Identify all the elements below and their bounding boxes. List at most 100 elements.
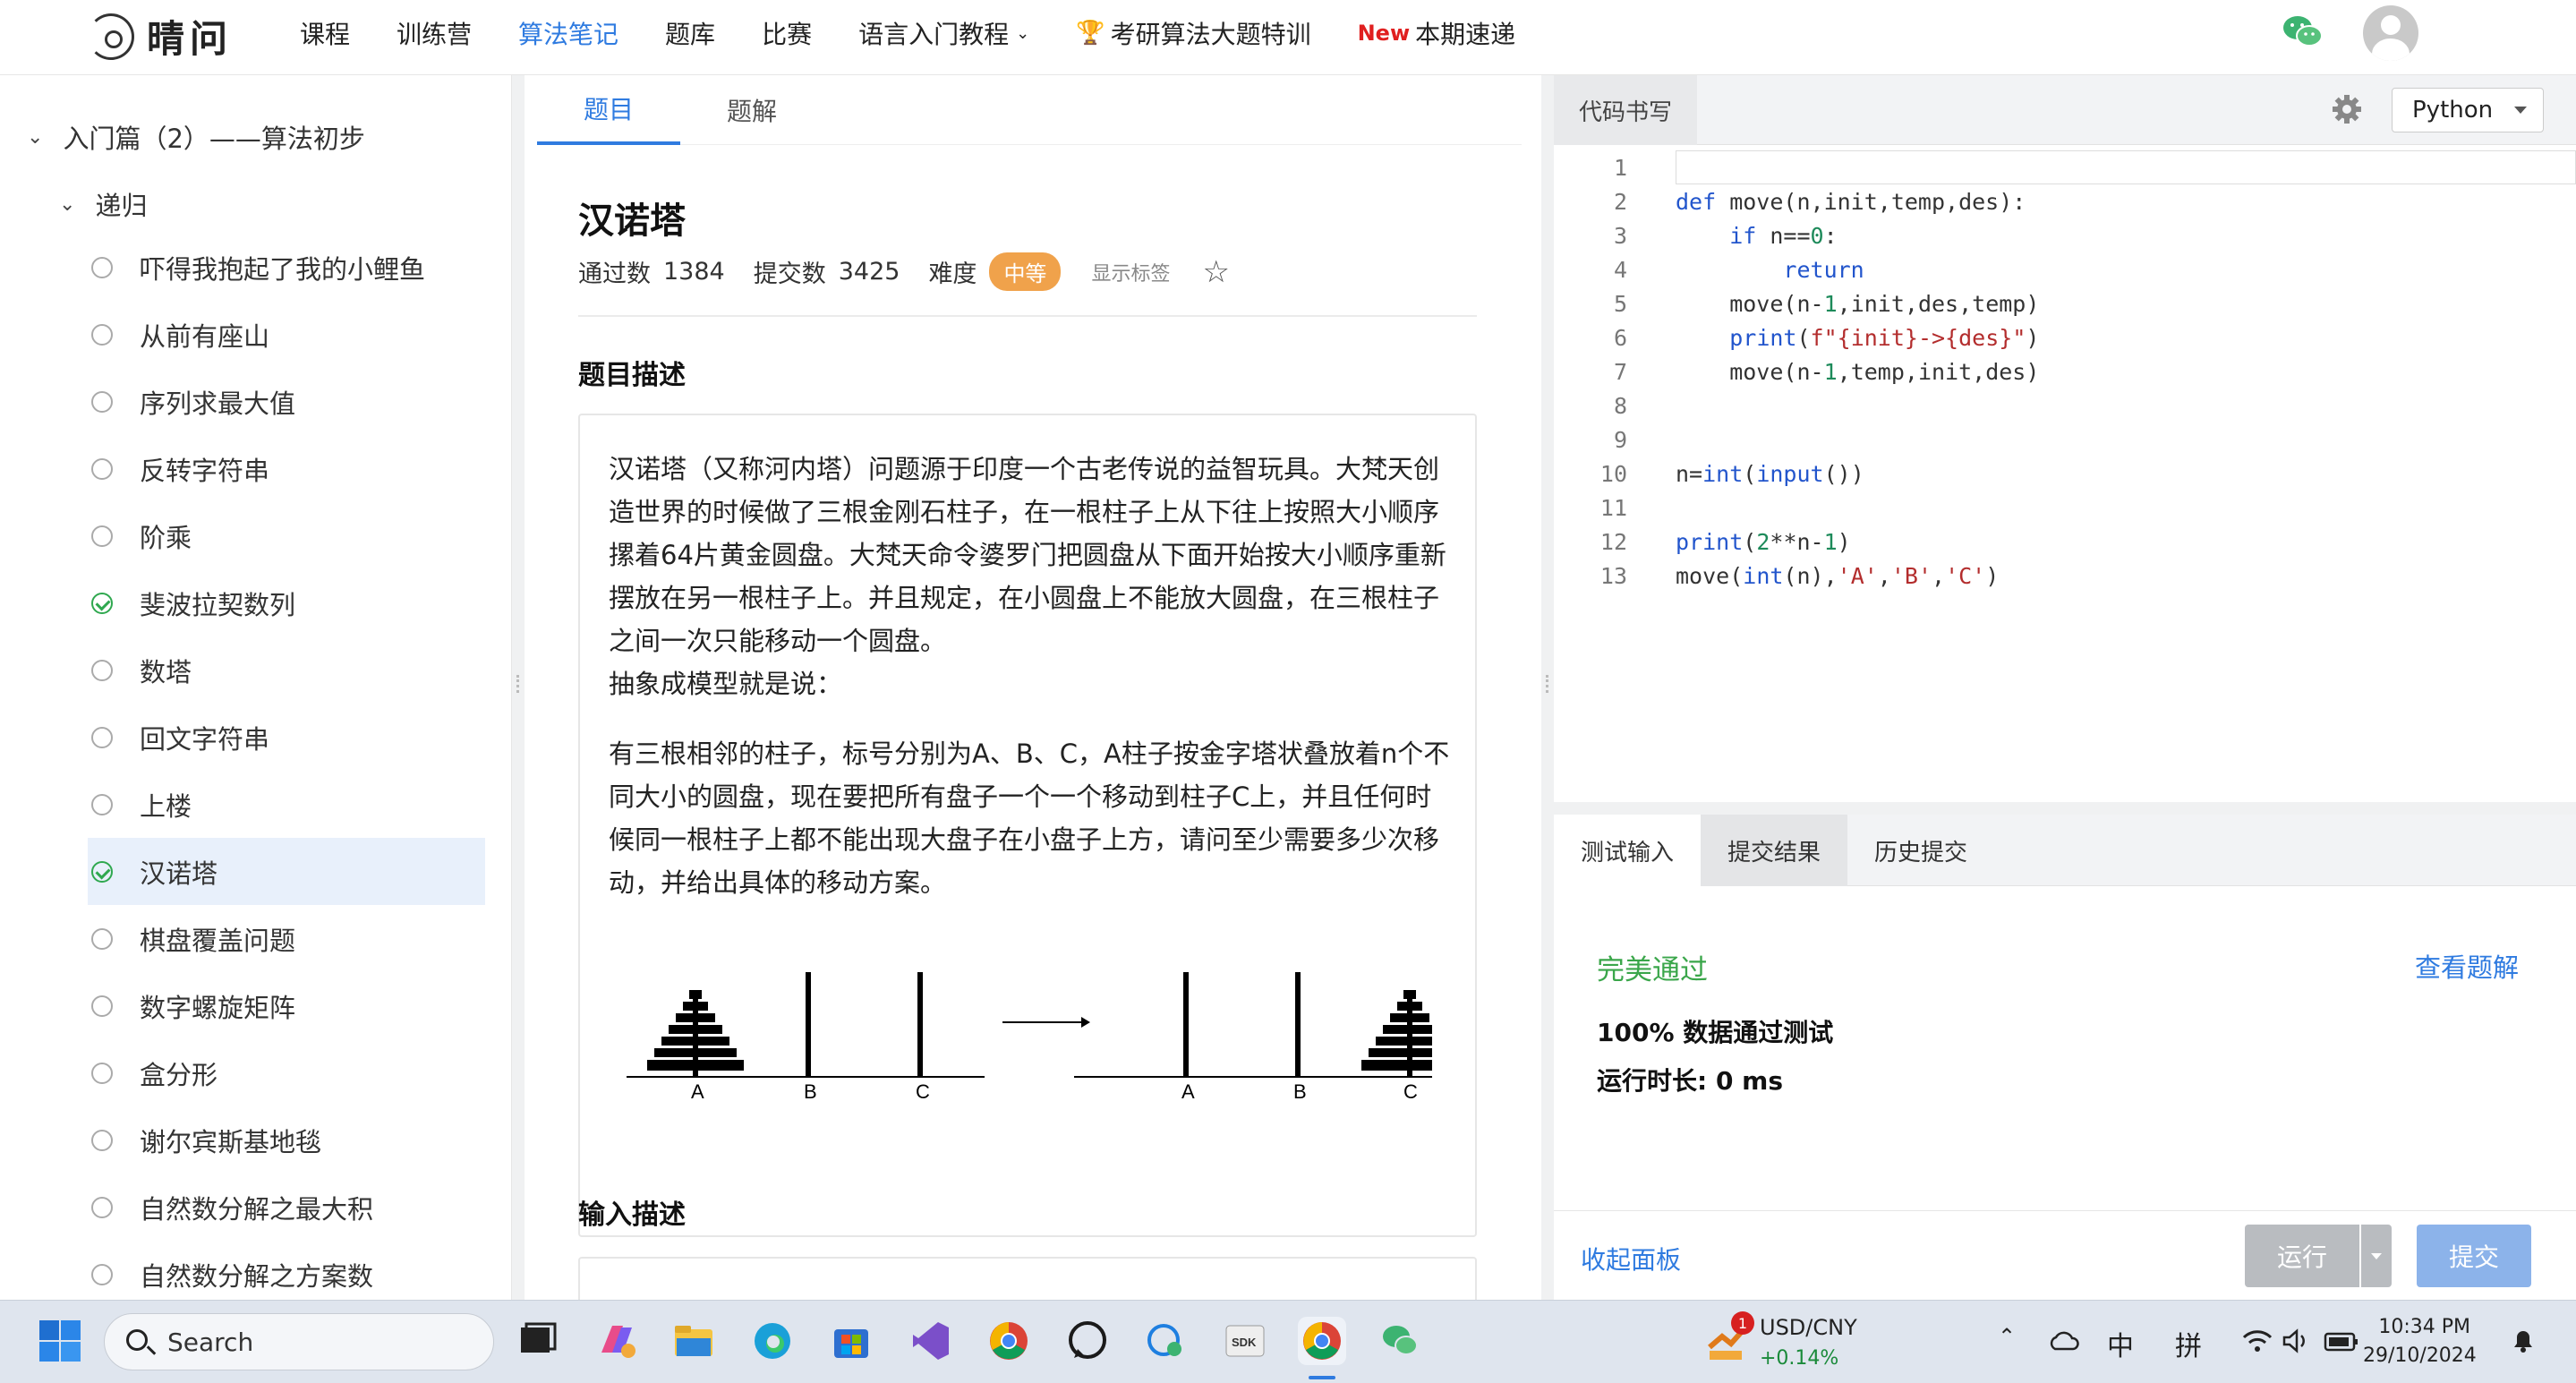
- sidebar-item[interactable]: 自然数分解之最大积: [88, 1174, 485, 1241]
- battery-icon[interactable]: [2324, 1331, 2359, 1353]
- sidebar: ⌄ 入门篇（2）——算法初步 ⌄ 递归 吓得我抱起了我的小鲤鱼 从前有座山 序列…: [0, 75, 512, 1300]
- tab-submit-result[interactable]: 提交结果: [1701, 815, 1848, 886]
- panel-resizer[interactable]: [512, 75, 525, 1300]
- volume-icon[interactable]: [2281, 1328, 2311, 1354]
- store-icon[interactable]: [827, 1317, 875, 1365]
- gear-icon[interactable]: [2331, 93, 2363, 125]
- run-dropdown-button[interactable]: [2361, 1225, 2392, 1287]
- chevron-up-icon[interactable]: ⌃: [1998, 1324, 2016, 1349]
- sidebar-item[interactable]: 棋盘覆盖问题: [88, 905, 485, 972]
- line-number: 4: [1613, 256, 1627, 283]
- taskbar-search-input[interactable]: Search: [104, 1313, 494, 1370]
- sidebar-item[interactable]: 谢尔宾斯基地毯: [88, 1106, 485, 1174]
- line-number: 1: [1613, 154, 1627, 181]
- sidebar-item[interactable]: 斐波拉契数列: [88, 569, 485, 636]
- sidebar-item[interactable]: 上楼: [88, 771, 485, 838]
- nav-item-lang-tutorial[interactable]: 语言入门教程 ⌄: [858, 15, 1029, 51]
- nav-item-algo-notes[interactable]: 算法笔记: [518, 15, 618, 51]
- panel-resizer-horizontal[interactable]: [1554, 802, 2576, 815]
- tab-solution[interactable]: 题解: [680, 75, 823, 145]
- sidebar-item[interactable]: 序列求最大值: [88, 368, 485, 435]
- sdk-app-icon[interactable]: SDK: [1221, 1317, 1269, 1365]
- nav-item-contests[interactable]: 比赛: [762, 15, 812, 51]
- sidebar-item[interactable]: 回文字符串: [88, 704, 485, 771]
- chrome-icon[interactable]: [985, 1317, 1033, 1365]
- nav-item-kaoyan[interactable]: 🏆 考研算法大题特训: [1076, 15, 1310, 51]
- problem-panel: 题目 题解 汉诺塔 通过数 1384 提交数 3425 难度 中等 显示标签 ☆…: [525, 75, 1541, 1300]
- show-tags-link[interactable]: 显示标签: [1091, 258, 1170, 286]
- nav-item-camp[interactable]: 训练营: [397, 15, 472, 51]
- input-description-box: [578, 1257, 1477, 1300]
- problem-meta: 通过数 1384 提交数 3425 难度 中等 显示标签 ☆: [578, 252, 1230, 291]
- onedrive-icon[interactable]: [2048, 1329, 2080, 1353]
- code-editor[interactable]: 1 2 def move(n,init,temp,des): 3 if n==0:…: [1554, 150, 2576, 795]
- code-line: 11: [1554, 491, 1627, 525]
- site-logo[interactable]: 晴问: [88, 9, 233, 64]
- star-icon[interactable]: ☆: [1202, 254, 1229, 290]
- whatsapp-icon[interactable]: [1063, 1317, 1112, 1365]
- description-heading: 题目描述: [578, 360, 686, 391]
- user-avatar[interactable]: [2363, 5, 2418, 61]
- view-solution-link[interactable]: 查看题解: [2415, 947, 2519, 985]
- system-clock[interactable]: 10:34 PM 29/10/2024: [2363, 1313, 2477, 1370]
- circle-icon: [91, 256, 113, 278]
- sidebar-item[interactable]: 数塔: [88, 636, 485, 704]
- logo-mark-icon: [88, 13, 134, 60]
- collapse-panel-link[interactable]: 收起面板: [1581, 1241, 1681, 1276]
- chat-app-icon[interactable]: [1142, 1317, 1190, 1365]
- windows-start-icon[interactable]: [36, 1317, 84, 1365]
- caret-down-icon: [2514, 107, 2527, 114]
- sidebar-item[interactable]: 自然数分解之方案数: [88, 1241, 485, 1300]
- code-text: def move(n,init,temp,des):: [1676, 188, 2026, 215]
- notification-bell-icon[interactable]: [2513, 1329, 2533, 1353]
- chrome-active-icon[interactable]: [1298, 1317, 1346, 1365]
- nav-item-lang-tutorial-label: 语言入门教程: [858, 20, 1010, 49]
- sidebar-item[interactable]: 阶乘: [88, 502, 485, 569]
- code-text: return: [1783, 256, 1864, 283]
- nav-item-kaoyan-label: 考研算法大题特训: [1110, 20, 1311, 49]
- wechat-icon[interactable]: [2282, 13, 2324, 52]
- ime-chinese-indicator[interactable]: 中: [2107, 1324, 2134, 1363]
- sidebar-item-label: 盒分形: [140, 1059, 218, 1090]
- stock-widget[interactable]: 1 USD/CNY +0.14%: [1706, 1311, 1857, 1370]
- check-circle-icon: [91, 860, 113, 883]
- sidebar-item[interactable]: 从前有座山: [88, 301, 485, 368]
- tab-test-input[interactable]: 测试输入: [1554, 815, 1702, 886]
- file-explorer-icon[interactable]: [670, 1317, 718, 1365]
- wifi-icon[interactable]: [2241, 1328, 2273, 1354]
- nav-item-courses[interactable]: 课程: [300, 15, 350, 51]
- taskbar: Search SDK 1 USD/CNY +0.14% ⌃ 中 拼 10:34 …: [0, 1300, 2576, 1383]
- tab-problem[interactable]: 题目: [537, 75, 680, 145]
- sidebar-section[interactable]: ⌄ 递归: [59, 185, 147, 223]
- circle-icon: [91, 995, 113, 1017]
- line-number: 6: [1613, 324, 1627, 351]
- sidebar-item-label: 汉诺塔: [140, 858, 218, 889]
- language-select[interactable]: Python: [2392, 88, 2544, 132]
- circle-icon: [91, 1196, 113, 1218]
- submit-button[interactable]: 提交: [2417, 1225, 2531, 1287]
- sidebar-chapter[interactable]: ⌄ 入门篇（2）——算法初步: [27, 118, 365, 156]
- ime-pinyin-indicator[interactable]: 拼: [2175, 1324, 2202, 1363]
- sidebar-item[interactable]: 数字螺旋矩阵: [88, 972, 485, 1039]
- current-line-highlight: [1676, 150, 2576, 184]
- copilot-icon[interactable]: [593, 1317, 641, 1365]
- nav-item-weekly[interactable]: New 本期速递: [1358, 15, 1516, 51]
- visual-studio-icon[interactable]: [906, 1317, 954, 1365]
- wechat-taskbar-icon[interactable]: [1377, 1317, 1425, 1365]
- sidebar-item-active[interactable]: 汉诺塔: [88, 838, 485, 905]
- sidebar-item[interactable]: 盒分形: [88, 1039, 485, 1106]
- task-view-icon[interactable]: [514, 1317, 562, 1365]
- problem-title: 汉诺塔: [578, 201, 686, 242]
- code-line: 12 print(2**n-1): [1554, 525, 1851, 559]
- taskbar-search-placeholder: Search: [167, 1327, 254, 1357]
- submit-count: 3425: [838, 258, 900, 286]
- sidebar-item[interactable]: 吓得我抱起了我的小鲤鱼: [88, 234, 485, 301]
- panel-resizer[interactable]: [1541, 75, 1554, 1300]
- sidebar-item[interactable]: 反转字符串: [88, 435, 485, 502]
- tab-code-editor[interactable]: 代码书写: [1554, 75, 1697, 145]
- edge-browser-icon[interactable]: [748, 1317, 797, 1365]
- run-button[interactable]: 运行: [2245, 1225, 2359, 1287]
- nav-item-problems[interactable]: 题库: [665, 15, 715, 51]
- description-paragraph: 有三根相邻的柱子，标号分别为A、B、C，A柱子按金字塔状叠放着n个不同大小的圆盘…: [609, 738, 1450, 898]
- tab-submit-history[interactable]: 历史提交: [1847, 815, 1994, 886]
